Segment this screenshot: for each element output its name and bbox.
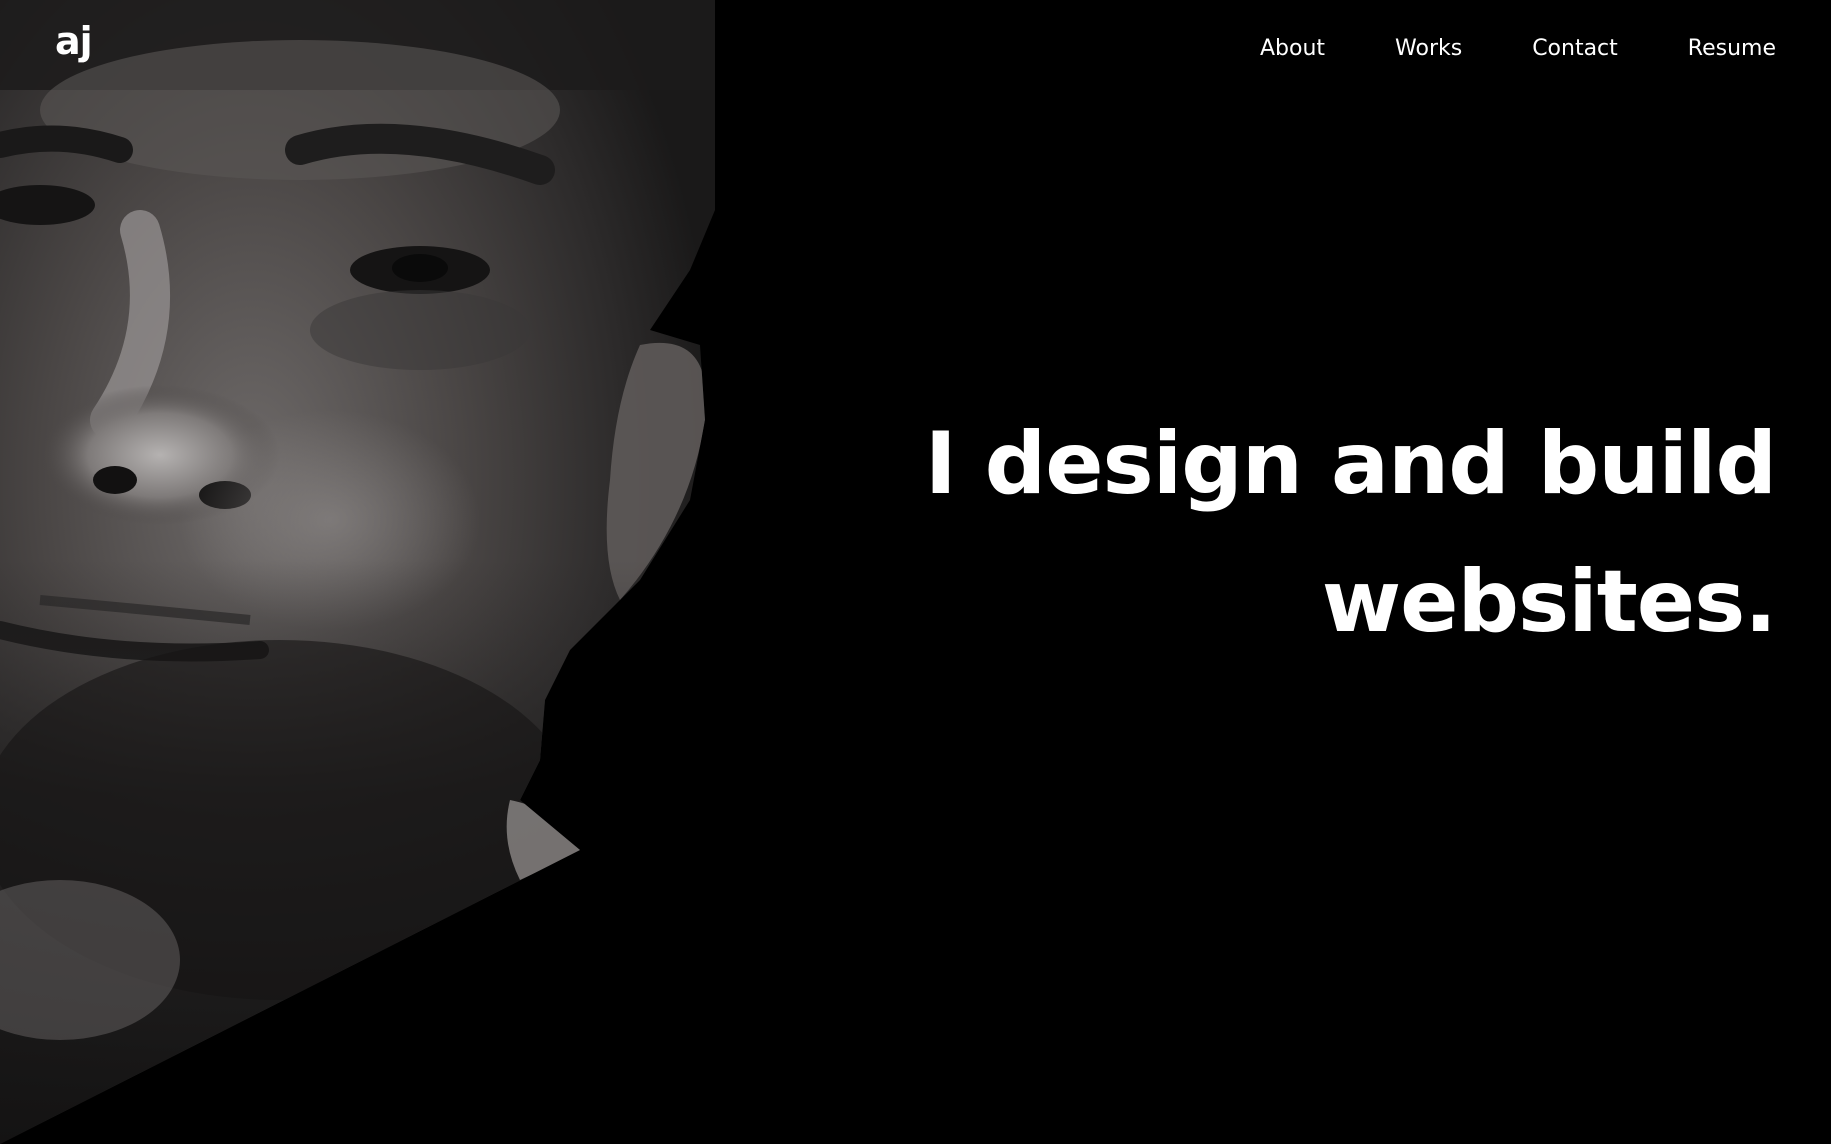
site-header: aj About Works Contact Resume (0, 0, 1831, 100)
hero-section: I design and build websites. (776, 395, 1777, 671)
portrait-image (0, 0, 715, 1144)
logo-link[interactable]: aj (55, 22, 93, 60)
nav-link-works[interactable]: Works (1395, 36, 1462, 62)
nav-link-resume[interactable]: Resume (1688, 36, 1776, 62)
hero-line-2: websites. (1321, 552, 1777, 652)
main-nav: About Works Contact Resume (1260, 36, 1776, 62)
nav-link-about[interactable]: About (1260, 36, 1325, 62)
hero-heading: I design and build websites. (776, 395, 1777, 671)
portrait-photo (0, 0, 720, 1144)
nav-link-contact[interactable]: Contact (1532, 36, 1618, 62)
hero-line-1: I design and build (924, 414, 1777, 514)
